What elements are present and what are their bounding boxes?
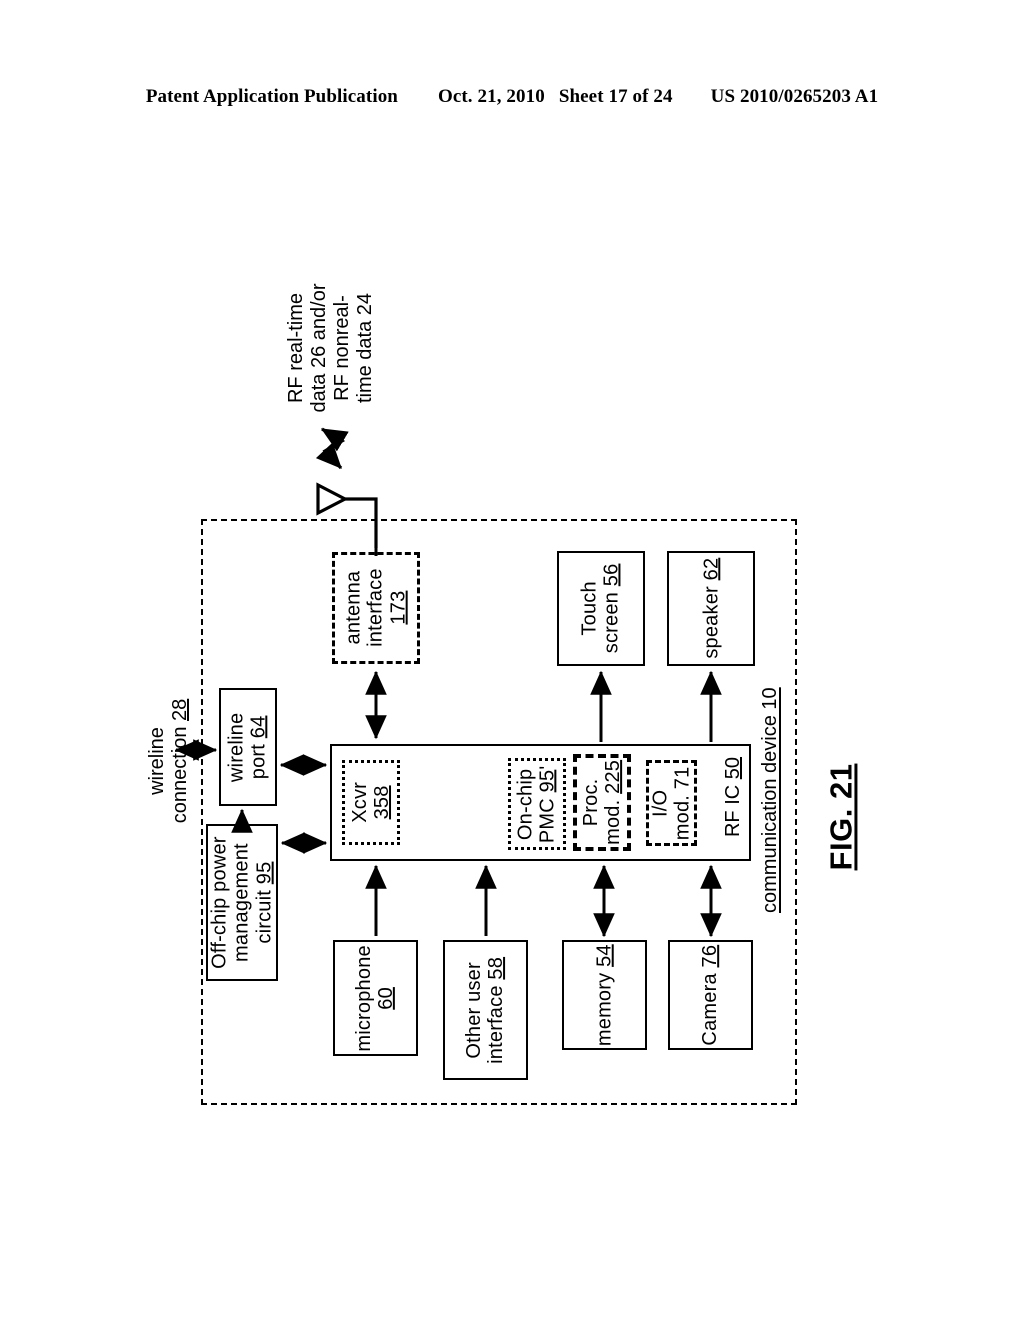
microphone-block[interactable]: microphone 60 bbox=[333, 940, 418, 1056]
processing-module-label: Proc. mod. 225 bbox=[579, 759, 625, 846]
other-user-interface-block[interactable]: Other user interface 58 bbox=[443, 940, 528, 1080]
rf-signal-label-line2: data 26 and/or bbox=[308, 283, 330, 413]
offchip-power-management-block[interactable]: Off-chip power management circuit 95 bbox=[206, 824, 278, 981]
io-module-label: I/O mod. 71 bbox=[649, 766, 694, 840]
xcvr-block[interactable]: Xcvr 358 bbox=[342, 760, 400, 845]
rf-signal-label-line1: RF real-time bbox=[285, 293, 307, 404]
onchip-pmc-label: On-chip PMC 95' bbox=[514, 765, 559, 843]
offchip-power-management-label: Off-chip power management circuit 95 bbox=[208, 836, 276, 969]
xcvr-label: Xcvr 358 bbox=[348, 782, 393, 823]
wireline-port-label: wireline port 64 bbox=[225, 712, 270, 782]
other-user-interface-label: Other user interface 58 bbox=[463, 956, 508, 1064]
touch-screen-label: Touch screen 56 bbox=[578, 563, 623, 654]
speaker-label: speaker 62 bbox=[699, 558, 722, 659]
io-module-block[interactable]: I/O mod. 71 bbox=[646, 760, 697, 846]
antenna-interface-label: antenna interface 173 bbox=[342, 568, 410, 648]
rf-signal-label: RF real-time data 26 and/or RF nonreal- … bbox=[261, 253, 401, 443]
processing-module-block[interactable]: Proc. mod. 225 bbox=[573, 754, 631, 851]
microphone-label: microphone 60 bbox=[353, 944, 398, 1052]
communication-device-label: communication device 10 bbox=[759, 687, 781, 913]
memory-label: memory 54 bbox=[593, 944, 616, 1046]
camera-block[interactable]: Camera 76 bbox=[668, 940, 753, 1050]
memory-block[interactable]: memory 54 bbox=[562, 940, 647, 1050]
rf-signal-label-line3: RF nonreal- bbox=[331, 295, 353, 401]
wireline-connection-label-num: 28 bbox=[169, 698, 191, 721]
wireline-connection-label: wireline connection 28 bbox=[114, 676, 224, 846]
wireline-connection-label-line1: wireline bbox=[146, 727, 168, 795]
rf-ic-label: RF IC 50 bbox=[722, 756, 744, 838]
onchip-pmc-block[interactable]: On-chip PMC 95' bbox=[508, 758, 566, 850]
wireline-connection-label-line2: connection bbox=[169, 720, 191, 824]
figure-label: FIG. 21 bbox=[823, 763, 858, 871]
rf-signal-label-line4: time data 24 bbox=[354, 292, 376, 404]
antenna-interface-block[interactable]: antenna interface 173 bbox=[332, 552, 420, 664]
wireline-port-block[interactable]: wireline port 64 bbox=[219, 688, 277, 806]
figure-21-diagram: RF real-time data 26 and/or RF nonreal- … bbox=[0, 0, 1024, 1320]
camera-label: Camera 76 bbox=[699, 944, 722, 1046]
touch-screen-block[interactable]: Touch screen 56 bbox=[557, 551, 645, 666]
speaker-block[interactable]: speaker 62 bbox=[667, 551, 755, 666]
